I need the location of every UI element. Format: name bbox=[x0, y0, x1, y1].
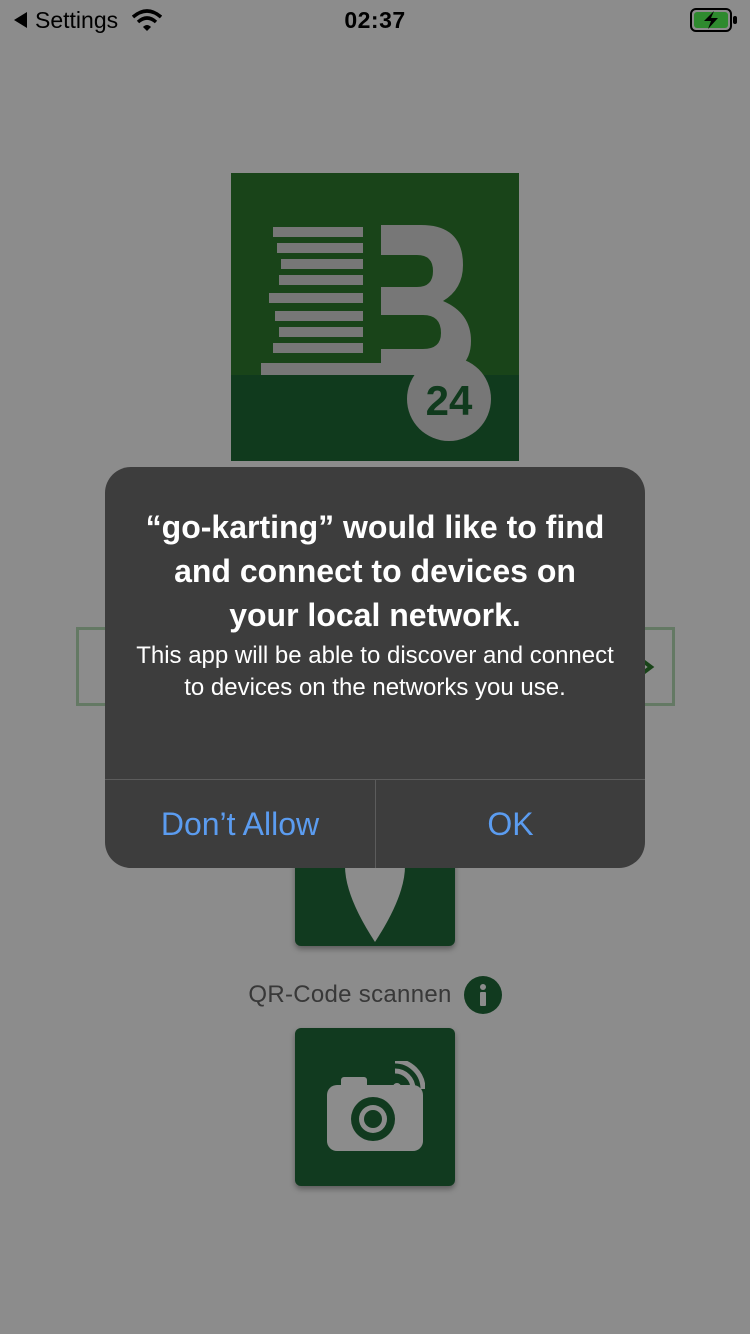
alert-message: This app will be able to discover and co… bbox=[136, 642, 614, 701]
status-time: 02:37 bbox=[344, 7, 406, 33]
alert-title: “go-karting” would like to find and conn… bbox=[145, 509, 605, 633]
ok-button[interactable]: OK bbox=[376, 780, 645, 868]
local-network-permission-alert: “go-karting” would like to find and conn… bbox=[105, 467, 645, 868]
status-bar: Settings 02:37 bbox=[0, 0, 750, 40]
battery-charging-icon bbox=[690, 8, 737, 32]
dont-allow-button[interactable]: Don’t Allow bbox=[105, 780, 375, 868]
